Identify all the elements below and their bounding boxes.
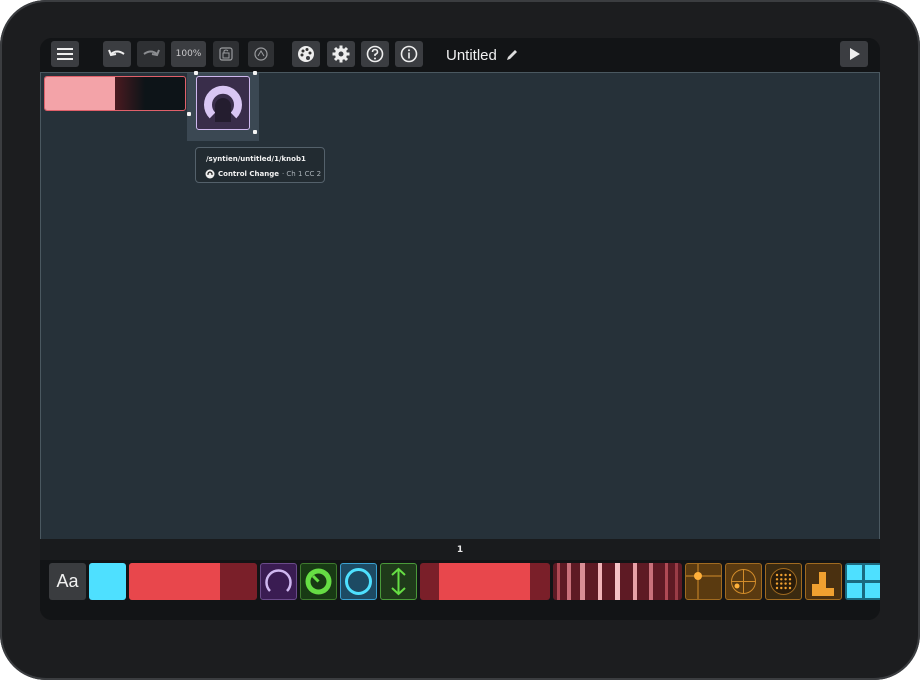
palette-range-fader[interactable]	[420, 563, 550, 600]
fader-edge	[115, 77, 145, 110]
gear-icon	[332, 45, 350, 63]
app-screen: 100% Untitled /syntien/untitled/1/knob1 …	[40, 38, 880, 620]
midi-icon	[205, 169, 215, 179]
fader-widget[interactable]	[44, 76, 186, 111]
palette-xy-pad-widget[interactable]	[685, 563, 722, 600]
dial-icon	[305, 568, 332, 595]
bar-steps-icon	[812, 572, 834, 596]
knob-arc-icon	[204, 85, 242, 122]
knob-selection[interactable]	[187, 71, 259, 141]
dot-grid-icon	[770, 568, 797, 595]
help-button[interactable]	[361, 41, 389, 67]
link-circle-icon	[254, 47, 268, 61]
settings-button[interactable]	[327, 41, 355, 67]
knob-widget[interactable]	[196, 76, 250, 130]
redo-button[interactable]	[137, 41, 165, 67]
lock-button[interactable]	[213, 41, 239, 67]
knob-icon	[265, 569, 292, 592]
theme-button[interactable]	[292, 41, 320, 67]
widget-tooltip: /syntien/untitled/1/knob1 Control Change…	[195, 147, 325, 183]
resize-handle[interactable]	[253, 71, 257, 75]
tooltip-message-type: Control Change	[218, 170, 279, 178]
palette-knob-widget[interactable]	[260, 563, 297, 600]
multi-fader-bars-icon	[557, 563, 678, 600]
resize-handle[interactable]	[194, 71, 198, 75]
page-indicator-bar[interactable]: 1	[40, 539, 880, 560]
toolbar: 100% Untitled	[40, 38, 880, 72]
widget-palette: Aa	[40, 560, 880, 620]
play-button[interactable]	[840, 41, 868, 67]
document-title[interactable]: Untitled	[446, 45, 519, 65]
tooltip-message-details: · Ch 1 CC 2	[281, 170, 322, 178]
question-icon	[366, 45, 384, 63]
tablet-frame: 100% Untitled /syntien/untitled/1/knob1 …	[0, 0, 920, 680]
palette-xy-vertical-widget[interactable]	[380, 563, 417, 600]
palette-button-widget[interactable]	[89, 563, 126, 600]
radar-icon	[731, 569, 756, 594]
midi-link-button[interactable]	[248, 41, 274, 67]
zoom-button[interactable]: 100%	[171, 41, 206, 67]
palette-multi-fader[interactable]	[553, 563, 682, 600]
palette-radar-widget[interactable]	[725, 563, 762, 600]
tooltip-path: /syntien/untitled/1/knob1	[206, 155, 306, 163]
info-icon	[400, 45, 418, 63]
palette-grid-widget[interactable]	[845, 563, 880, 600]
zoom-level: 100%	[175, 49, 202, 59]
info-button[interactable]	[395, 41, 423, 67]
fader-fill	[45, 77, 115, 110]
grid-icon	[847, 565, 880, 598]
page-number: 1	[456, 544, 464, 555]
layout-canvas[interactable]: /syntien/untitled/1/knob1 Control Change…	[40, 71, 880, 540]
palette-step-sequencer-widget[interactable]	[805, 563, 842, 600]
up-down-arrow-icon	[391, 567, 406, 596]
resize-handle[interactable]	[253, 130, 257, 134]
redo-icon	[143, 49, 160, 57]
palette-encoder-widget[interactable]	[340, 563, 377, 600]
palette-multi-touch-widget[interactable]	[765, 563, 802, 600]
undo-button[interactable]	[103, 41, 131, 67]
play-icon	[850, 48, 860, 60]
tooltip-message-row: Control Change · Ch 1 CC 2	[205, 169, 321, 179]
xy-crosshair-icon	[686, 564, 721, 599]
document-title-text: Untitled	[446, 46, 497, 64]
palette-horizontal-fader[interactable]	[129, 563, 257, 600]
palette-icon	[298, 46, 314, 62]
menu-button[interactable]	[51, 41, 79, 67]
palette-text-widget[interactable]: Aa	[49, 563, 86, 600]
text-widget-label: Aa	[56, 571, 79, 591]
undo-icon	[108, 49, 125, 57]
hamburger-icon	[57, 48, 73, 60]
pencil-icon[interactable]	[505, 48, 519, 62]
resize-handle[interactable]	[187, 112, 191, 116]
lock-icon	[219, 47, 233, 61]
encoder-ring-icon	[345, 568, 372, 595]
palette-dial-widget[interactable]	[300, 563, 337, 600]
